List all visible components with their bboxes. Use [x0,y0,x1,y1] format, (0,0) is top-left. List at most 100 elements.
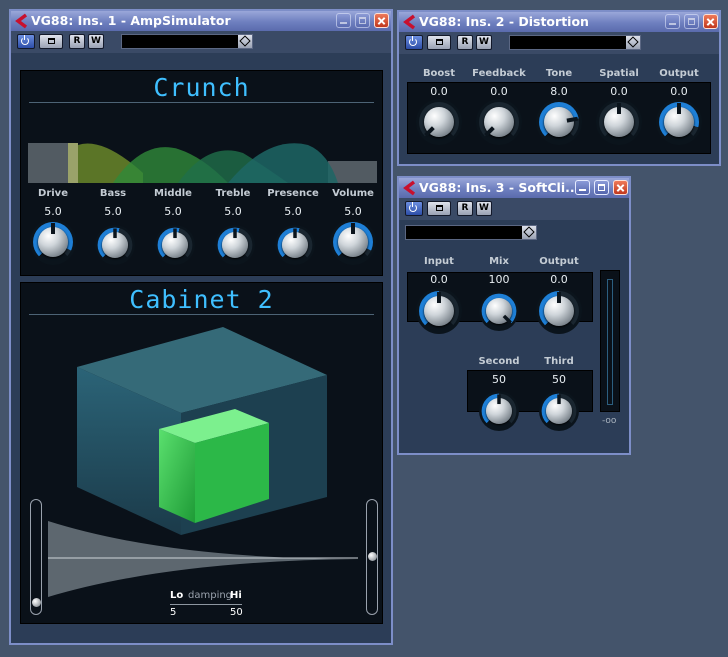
cubase-logo-icon[interactable] [402,180,418,196]
volume-value: 5.0 [344,205,362,218]
minimize-button[interactable] [665,14,680,29]
write-automation-button[interactable]: W [476,201,492,216]
cubase-logo-icon[interactable] [14,13,30,29]
distortion-toolbar: R W [399,32,719,54]
drive-value: 5.0 [44,205,62,218]
volume-label: Volume [332,188,374,199]
boost-value: 0.0 [430,85,448,98]
output-knob[interactable] [656,99,702,145]
damping-hi-value: 50 [230,607,243,618]
hi-damping-thumb[interactable] [368,552,377,561]
presence-value: 5.0 [284,205,302,218]
read-automation-button[interactable]: R [457,35,473,50]
feedback-knob[interactable] [476,99,522,145]
volume-knob[interactable] [330,219,376,265]
spatial-knob[interactable] [596,99,642,145]
write-automation-button[interactable]: W [476,35,492,50]
preset-field[interactable] [121,34,253,49]
third-value: 50 [552,373,566,386]
preset-field[interactable] [405,225,537,240]
distortion-title: VG88: Ins. 2 - Distortion [419,14,589,29]
input-knob[interactable] [416,288,462,334]
ampsim-titlebar[interactable]: VG88: Ins. 1 - AmpSimulator [11,11,391,31]
bypass-icon [436,205,443,211]
second-value: 50 [492,373,506,386]
amp-panel: Crunch Drive Bass Middle Treble Presence… [20,70,383,276]
preset-menu-icon[interactable] [238,35,252,48]
softclip-title: VG88: Ins. 3 - SoftCli... [419,180,580,195]
preset-menu-icon[interactable] [626,36,640,49]
power-icon [409,202,417,212]
close-button[interactable] [374,13,389,28]
lo-damping-thumb[interactable] [32,598,41,607]
cubase-logo-icon[interactable] [402,14,418,30]
power-button[interactable] [405,201,423,216]
close-button[interactable] [703,14,718,29]
power-button[interactable] [17,34,35,49]
power-button[interactable] [405,35,423,50]
presence-knob[interactable] [274,224,316,266]
hi-damping-slider[interactable] [366,499,378,615]
lo-damping-slider[interactable] [30,499,42,615]
preset-menu-icon[interactable] [522,226,536,239]
bypass-icon [48,38,55,44]
power-icon [409,36,417,46]
bypass-button[interactable] [427,35,451,50]
output-label: Output [659,68,699,79]
output-value: 0.0 [550,273,568,286]
damping-hi-label: Hi [230,590,242,601]
meter-readout: -oo [602,416,617,426]
minimize-button[interactable] [575,180,590,195]
damping-label: damping [188,590,233,601]
bass-value: 5.0 [104,205,122,218]
bypass-button[interactable] [39,34,63,49]
third-label: Third [544,356,574,367]
spatial-value: 0.0 [610,85,628,98]
maximize-button[interactable] [355,13,370,28]
cabinet-model-display[interactable]: Cabinet 2 [29,285,374,315]
softclip-window: VG88: Ins. 3 - SoftCli... R W Input Mix … [397,176,631,455]
mix-value: 100 [488,273,510,286]
preset-field[interactable] [509,35,641,50]
damping-lo-label: Lo [170,590,184,601]
input-value: 0.0 [430,273,448,286]
softclip-toolbar: R W [399,198,629,220]
bypass-button[interactable] [427,201,451,216]
tone-knob[interactable] [536,99,582,145]
output-knob[interactable] [536,288,582,334]
middle-value: 5.0 [164,205,182,218]
damping-curve-graphic [48,521,358,597]
treble-knob[interactable] [214,224,256,266]
maximize-button[interactable] [684,14,699,29]
maximize-button[interactable] [594,180,609,195]
ampsim-window: VG88: Ins. 1 - AmpSimulator R W Crunch D… [9,9,393,645]
minimize-button[interactable] [336,13,351,28]
cabinet-cube-graphic [77,327,327,535]
distortion-titlebar[interactable]: VG88: Ins. 2 - Distortion [399,12,719,32]
boost-knob[interactable] [416,99,462,145]
ampsim-title: VG88: Ins. 1 - AmpSimulator [31,13,231,28]
bypass-icon [436,39,443,45]
output-level-meter [600,270,620,412]
damping-divider [170,604,242,605]
amp-model-display[interactable]: Crunch [29,73,374,103]
output-label: Output [539,256,579,267]
softclip-titlebar[interactable]: VG88: Ins. 3 - SoftCli... [399,178,629,198]
drive-knob[interactable] [30,219,76,265]
tone-value: 8.0 [550,85,568,98]
mix-knob[interactable] [478,290,520,332]
eq-curve-display [28,143,377,183]
distortion-window: VG88: Ins. 2 - Distortion R W Boost Feed… [397,10,721,166]
read-automation-button[interactable]: R [69,34,85,49]
write-automation-button[interactable]: W [88,34,104,49]
third-knob[interactable] [538,390,580,432]
second-knob[interactable] [478,390,520,432]
output-value: 0.0 [670,85,688,98]
cabinet-panel: Cabinet 2 Lo damping Hi 5 50 [20,282,383,624]
bass-knob[interactable] [94,224,136,266]
ampsim-toolbar: R W [11,31,391,53]
feedback-value: 0.0 [490,85,508,98]
middle-knob[interactable] [154,224,196,266]
read-automation-button[interactable]: R [457,201,473,216]
close-button[interactable] [613,180,628,195]
